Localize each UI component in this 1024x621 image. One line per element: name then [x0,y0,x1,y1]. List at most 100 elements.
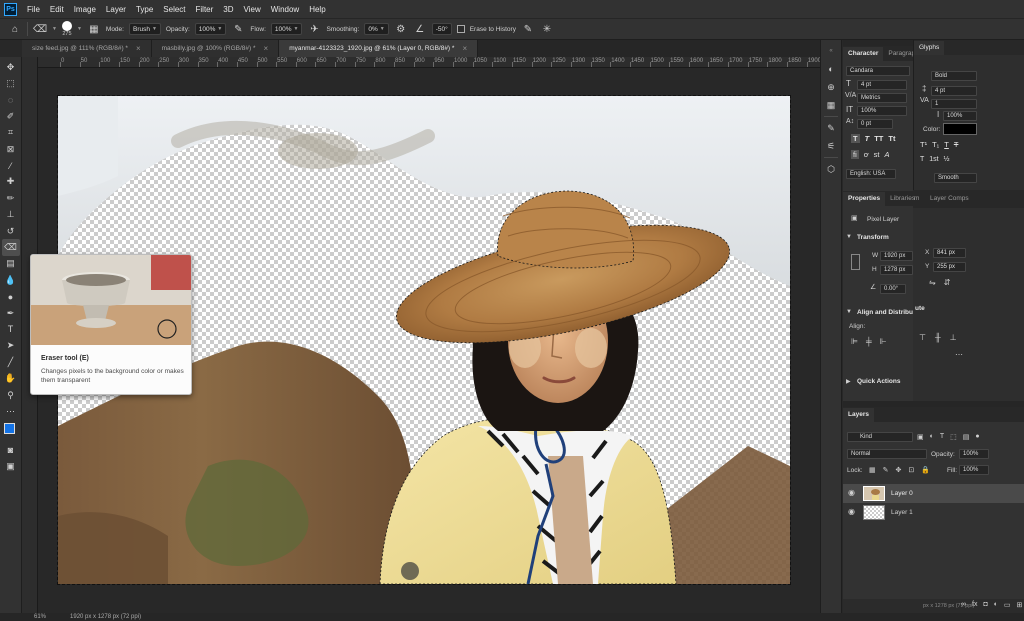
y-position-input[interactable]: 255 px [933,262,966,272]
menu-window[interactable]: Window [266,5,304,14]
filter-toggle-icon[interactable]: ● [975,433,979,441]
lock-all-icon[interactable]: 🔒 [921,466,930,474]
baseline-shift-input[interactable]: 0 pt [857,119,893,129]
gear-icon[interactable]: ⚙ [394,22,408,36]
old-style-button[interactable]: ơ [864,150,869,159]
chevron-right-icon[interactable]: ▶ [846,378,851,385]
color-panel-icon[interactable]: ◐ [824,62,838,76]
menu-help[interactable]: Help [304,5,330,14]
menu-image[interactable]: Image [69,5,101,14]
3d-panel-icon[interactable]: ⬡ [824,162,838,176]
font-style-select[interactable]: Bold [931,71,977,81]
align-middle-icon[interactable]: ╫ [935,333,941,342]
lasso-tool-icon[interactable]: ◌ [2,92,20,108]
clone-stamp-tool-icon[interactable]: ⊥ [2,207,20,223]
tracking-input[interactable]: 1 [931,99,977,109]
superscript-button[interactable]: T¹ [920,140,927,149]
x-position-input[interactable]: 841 px [933,248,966,258]
layer-filter-select[interactable]: Kind [847,432,913,442]
move-tool-icon[interactable]: ✥ [2,59,20,75]
close-icon[interactable]: × [264,44,269,53]
small-caps-button[interactable]: Tt [888,134,895,143]
link-dimensions-button[interactable] [851,254,860,270]
chevron-down-icon[interactable]: ▼ [52,26,57,32]
brush-preset-picker[interactable]: 275 [61,21,72,37]
filter-pixel-icon[interactable]: ▣ [917,433,924,441]
tab-layers[interactable]: Layers [843,408,874,422]
menu-view[interactable]: View [239,5,266,14]
blur-tool-icon[interactable]: 💧 [2,272,20,288]
font-family-select[interactable]: Candara [846,66,910,76]
fill-input[interactable]: 100% [959,465,989,475]
strikethrough-button[interactable]: T [954,140,959,149]
underline-button[interactable]: T [944,140,949,149]
menu-select[interactable]: Select [158,5,190,14]
chevron-down-icon[interactable]: ▼ [846,234,852,240]
layer-row[interactable]: ◉ Layer 0 [843,484,1024,503]
eye-icon[interactable]: ◉ [848,507,855,516]
zoom-level[interactable]: 61% [34,614,46,620]
all-caps-button[interactable]: TT [874,134,883,143]
zoom-tool-icon[interactable]: ⚲ [2,387,20,403]
tab-libraries[interactable]: Libraries [885,192,920,206]
healing-brush-tool-icon[interactable]: ✚ [2,174,20,190]
fractions-button[interactable]: ½ [944,156,950,163]
new-layer-icon[interactable]: ⊞ [1017,601,1023,609]
align-top-icon[interactable]: ⊤ [919,333,926,342]
rotation-input[interactable]: 0.00° [880,284,906,294]
leading-input[interactable]: 4 pt [931,86,977,96]
tab-masbilly[interactable]: masbilly.jpg @ 100% (RGB/8#) * × [151,40,280,57]
tab-properties[interactable]: Properties [843,192,886,206]
tab-glyphs[interactable]: Glyphs [914,41,945,55]
layer-opacity-input[interactable]: 100% [959,449,989,459]
horizontal-scale-input[interactable]: 100% [943,111,977,121]
more-tools-icon[interactable]: ⋯ [2,403,20,419]
layer-row[interactable]: ◉ Layer 1 [843,503,1024,522]
tab-character[interactable]: Character [843,47,884,61]
faux-bold-button[interactable]: T [851,134,860,143]
menu-3d[interactable]: 3D [218,5,238,14]
menu-file[interactable]: File [22,5,45,14]
flip-horizontal-icon[interactable]: ⇋ [929,278,936,287]
eye-icon[interactable]: ◉ [848,488,855,497]
width-input[interactable]: 1920 px [880,251,913,261]
add-mask-icon[interactable]: ◘ [983,601,987,609]
brush-tool-icon[interactable]: ✏ [2,190,20,206]
filter-shape-icon[interactable]: ⬚ [950,433,957,441]
photoshop-logo[interactable]: Ps [4,2,17,16]
smoothing-input[interactable]: 0% ▼ [364,23,389,35]
quick-mask-icon[interactable]: ◙ [2,442,20,458]
pen-tool-icon[interactable]: ✒ [2,305,20,321]
symmetry-icon[interactable]: ✳ [540,22,554,36]
swatches-panel-icon[interactable]: ⊕ [824,80,838,94]
home-icon[interactable]: ⌂ [8,22,22,36]
new-group-icon[interactable]: ▭ [1004,601,1011,609]
adjustments-panel-icon[interactable]: ⚟ [824,139,838,153]
eraser-preset-icon[interactable]: ⌫ [33,22,47,36]
height-input[interactable]: 1278 px [880,265,913,275]
foreground-color-swatch[interactable] [3,422,15,434]
screen-mode-icon[interactable]: ▣ [2,458,20,474]
brush-settings-icon[interactable]: ▦ [87,22,101,36]
gradient-tool-icon[interactable]: ▤ [2,256,20,272]
faux-italic-button[interactable]: T [865,134,870,143]
pressure-size-icon[interactable]: ✎ [521,22,535,36]
eraser-tool-icon[interactable]: ⌫ [1,239,20,256]
flow-input[interactable]: 100% ▼ [270,23,303,35]
ligatures-button[interactable]: fi [851,150,859,159]
subscript-button[interactable]: T₁ [932,140,939,149]
grid-panel-icon[interactable]: ▦ [824,98,838,112]
language-select[interactable]: English: USA [846,169,896,179]
link-layers-icon[interactable]: ∞ [961,601,966,609]
path-selection-tool-icon[interactable]: ➤ [2,338,20,354]
blend-mode-select[interactable]: Normal [847,449,927,459]
close-icon[interactable]: × [136,44,141,53]
crop-tool-icon[interactable]: ⌗ [2,125,20,141]
adjustment-layer-icon[interactable]: ◐ [994,601,998,609]
hand-tool-icon[interactable]: ✋ [2,370,20,386]
ordinals-button[interactable]: 1st [929,156,938,163]
text-color-swatch[interactable] [943,123,977,135]
color-swatches[interactable] [2,422,20,442]
mode-select[interactable]: Brush ▼ [128,23,161,35]
align-bottom-icon[interactable]: ⊥ [950,333,957,342]
